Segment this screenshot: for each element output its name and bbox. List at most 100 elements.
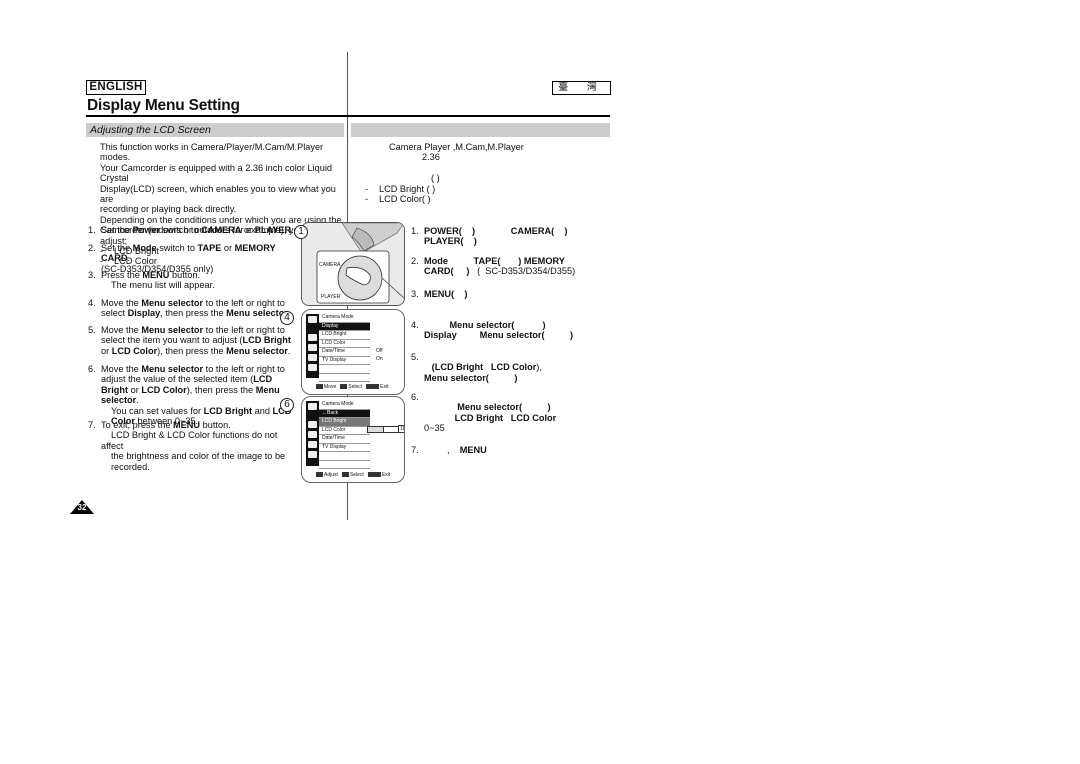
step-text: POWER( ) CAMERA( ) PLAYER( ) [424,226,568,247]
camera-dial-illustration [302,223,404,305]
menu-footer: Move Select Exit [316,384,388,390]
menu-screen-display: Camera Mode Display LCD Bright LCD Color… [301,309,405,395]
step-number: 7. [88,420,96,430]
dial-label-player: PLAYER [321,294,341,300]
move-hint: Move [316,384,336,390]
camera-icon [308,421,317,428]
step-text: Move the Menu selector to the left or ri… [101,298,290,319]
step-number: 6. [88,364,96,374]
display-icon [308,441,317,448]
step-text: Press the MENU button. The menu list will… [101,270,215,291]
select-hint: Select [341,472,364,478]
display-icon [308,354,317,361]
slider-fill [368,427,385,432]
menu-item-lcd-color[interactable]: LCD Color [319,427,370,435]
menu-item-back[interactable]: ←Back [319,409,370,418]
menu-item-empty [319,374,370,382]
menu-item-empty [319,452,370,461]
right-bullet: - LCD Bright ( ) [365,183,436,194]
section-bar-right [351,123,610,137]
press-icon [341,472,349,478]
right-intro-line: ( ) [431,173,440,184]
title-rule [86,115,610,117]
step-number: 4. [88,298,96,308]
camera-mode-icon [308,403,317,410]
page-number: 32 [77,503,87,512]
exit-hint: Exit [366,384,388,390]
gear-icon [308,364,317,371]
camera-dial-figure: CAMERA PLAYER [301,222,405,306]
camera-mode-icon [308,316,317,323]
menu-key-icon [366,384,380,390]
right-intro: Camera Player ,M.Cam,M.Player 2.36 ( ) -… [365,142,615,204]
camera-icon [308,334,317,341]
menu-screen-lcd-bright: Camera Mode ←Back LCD Bright LCD Color D… [301,396,405,483]
menu-item-lcd-color[interactable]: LCD Color [319,340,370,348]
right-intro-line: 2.36 [422,152,440,163]
language-label: ENGLISH [86,80,146,95]
step-number: 3. [88,270,96,280]
menu-item-tv-display[interactable]: TV Display [319,357,370,365]
step-number: 7. [411,445,419,455]
intro-line: Display(LCD) screen, which enables you t… [100,183,336,205]
section-title: Adjusting the LCD Screen [90,124,211,136]
tv-display-value: On [376,356,383,362]
step-number: 2. [411,256,419,266]
figure-label-6: 6 [280,398,294,412]
selector-icon [316,472,323,478]
step-text: To exit, press the MENU button. LCD Brigh… [101,420,286,472]
menu-item-empty [319,461,370,469]
intro-line: This function works in Camera/Player/M.C… [100,142,324,163]
step-text: (LCD Bright LCD Color), Menu selector( ) [424,362,542,383]
step-number: 5. [411,352,419,362]
step-number: 3. [411,289,419,299]
right-intro-line: Camera Player ,M.Cam,M.Player [389,142,524,152]
exit-hint: Exit [367,472,390,478]
menu-key-icon [367,472,381,478]
step-number: 4. [411,320,419,330]
gear-icon [308,451,317,458]
menu-list: Camera Mode ←Back LCD Bright LCD Color D… [319,401,370,469]
step-text: Move the Menu selector to the left or ri… [101,364,291,427]
section-bar-left: Adjusting the LCD Screen [86,123,344,137]
dial-label-camera: CAMERA [319,262,341,268]
right-bullet: - LCD Color( ) [365,194,431,205]
figure-label-1: 1 [294,225,308,239]
lcd-bright-slider[interactable] [367,426,399,433]
figure-label-4: 4 [280,311,294,325]
press-icon [340,384,348,390]
right-intro-line [375,163,615,173]
page-title: Display Menu Setting [87,97,240,114]
step-text: Set the Power switch to CAMERA or PLAYER… [101,225,294,235]
menu-header: Camera Mode [319,314,370,323]
menu-item-date-time[interactable]: Date/Time [319,348,370,357]
menu-sidebar [306,314,319,378]
menu-item-date-time[interactable]: Date/Time [319,435,370,444]
step-text: Move the Menu selector to the left or ri… [101,325,291,356]
menu-list: Camera Mode Display LCD Bright LCD Color… [319,314,370,382]
menu-item-display[interactable]: Display [319,322,370,331]
step-text: Menu selector( ) Display Menu selector( ) [424,320,574,341]
menu-item-lcd-bright[interactable]: LCD Bright [319,418,370,427]
selector-icon [316,384,323,390]
cassette-icon [308,344,317,351]
menu-item-tv-display[interactable]: TV Display [319,444,370,452]
adjust-hint: Adjust [316,472,338,478]
menu-footer: Adjust Select Exit [316,472,390,478]
menu-header: Camera Mode [319,401,370,410]
intro-line: recording or playing back directly. [100,204,237,215]
select-hint: Select [340,384,362,390]
step-text: Menu selector( ) LCD Bright LCD Color 0~3… [424,402,557,434]
step-text: , MENU [424,445,487,455]
menu-sidebar [306,401,319,466]
cassette-icon [308,431,317,438]
menu-item-empty [319,365,370,374]
step-number: 5. [88,325,96,335]
lcd-bright-value: 18 [398,425,404,433]
step-number: 1. [411,226,419,236]
step-number: 1. [88,225,96,235]
menu-item-lcd-bright[interactable]: LCD Bright [319,331,370,340]
step-number: 6. [411,392,419,402]
date-time-value: Off [376,348,383,354]
language-label-right: 臺 灣 [552,81,611,95]
